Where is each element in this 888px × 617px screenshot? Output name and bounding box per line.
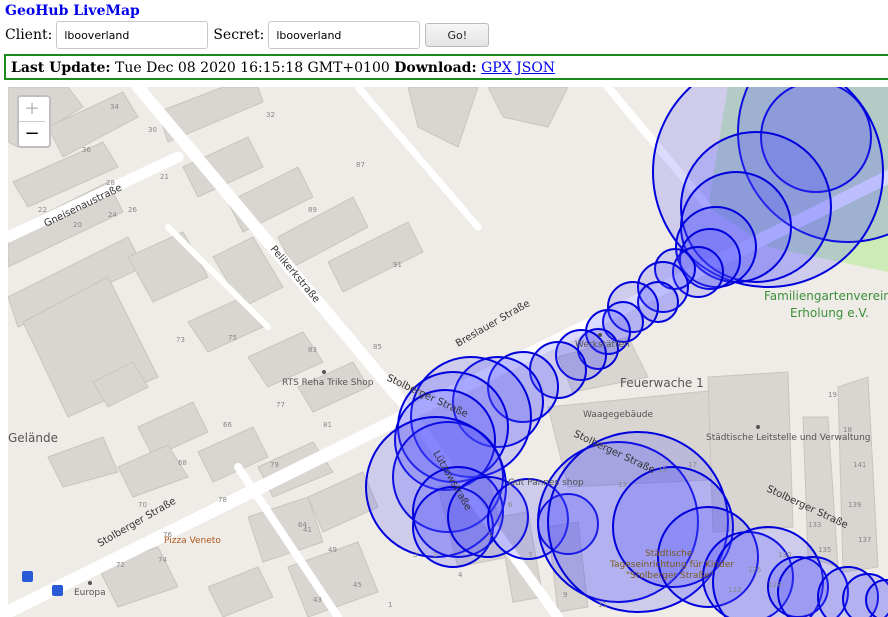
client-input[interactable] <box>56 21 209 49</box>
place-label: Waagegebäude <box>583 410 653 420</box>
street-label: Breslauer Straße <box>454 298 532 349</box>
park-label: Erholung e.V. <box>790 306 869 320</box>
house-number: 74 <box>158 556 167 564</box>
house-number: 83 <box>308 346 317 354</box>
place-label: Europa <box>74 588 106 598</box>
house-number: 18 <box>843 426 852 434</box>
house-number: 20 <box>73 221 82 229</box>
house-number: 26 <box>128 206 137 214</box>
house-number: 139 <box>848 501 861 509</box>
house-number: 3 <box>413 551 417 559</box>
place-label: Feuerwache 1 <box>620 376 704 390</box>
kita-label: Tageseinrichtung für Kinder <box>609 560 734 570</box>
house-number: 41 <box>303 526 312 534</box>
house-number: 11 <box>598 601 607 609</box>
status-bar: Last Update: Tue Dec 08 2020 16:15:18 GM… <box>4 54 888 80</box>
house-number: 66 <box>223 421 232 429</box>
house-number: 91 <box>393 261 402 269</box>
house-number: 125 <box>748 566 761 574</box>
park-label: Familiengartenverein <box>764 289 888 303</box>
house-number: 135 <box>818 546 831 554</box>
house-number: 49 <box>328 546 337 554</box>
house-number: 89 <box>308 206 317 214</box>
area-label: Gelände <box>8 431 58 445</box>
house-number: 30 <box>148 126 157 134</box>
place-label: Städtische Leitstelle und Verwaltung <box>706 433 871 443</box>
house-number: 34 <box>110 103 119 111</box>
house-number: 85 <box>373 343 382 351</box>
house-number: 24 <box>108 211 117 219</box>
house-number: 2 <box>433 551 437 559</box>
house-number: 21 <box>160 173 169 181</box>
house-number: 72 <box>116 561 125 569</box>
map-canvas[interactable]: Gneisenaustraße Pelikerkstraße Breslauer… <box>8 87 888 617</box>
house-number: 22 <box>38 206 47 214</box>
zoom-out-button[interactable]: − <box>19 122 45 146</box>
house-number: 87 <box>356 161 365 169</box>
zoom-control: + − <box>17 95 51 148</box>
house-number: 76 <box>163 531 172 539</box>
house-number: 75 <box>228 334 237 342</box>
kita-label: Städtische <box>645 549 693 559</box>
house-number: 79 <box>270 461 279 469</box>
house-number: 73 <box>176 336 185 344</box>
last-update-value: Tue Dec 08 2020 16:15:18 GMT+0100 <box>115 60 390 76</box>
house-number: 68 <box>178 459 187 467</box>
last-update-label: Last Update: <box>11 60 111 76</box>
json-link[interactable]: JSON <box>516 60 555 76</box>
house-number: 1 <box>388 601 392 609</box>
house-number: 28 <box>106 179 115 187</box>
house-number: 17 <box>688 461 697 469</box>
house-number: 9 <box>563 591 567 599</box>
place-label: Werkstätten <box>575 340 630 350</box>
bus-stop-icon <box>52 585 63 596</box>
bus-stop-icon <box>22 571 33 582</box>
house-number: 43 <box>313 596 322 604</box>
house-number: 13 <box>618 481 627 489</box>
zoom-in-button[interactable]: + <box>19 97 45 122</box>
place-label: Pizza Veneto <box>164 536 221 546</box>
house-number: 81 <box>323 421 332 429</box>
house-number: 15 <box>658 466 667 474</box>
house-number: 32 <box>266 111 275 119</box>
house-number: 6 <box>508 501 513 509</box>
house-number: 4 <box>458 571 463 579</box>
house-number: 5 <box>488 531 492 539</box>
house-number: 128 <box>768 581 781 589</box>
house-number: 137 <box>858 536 871 544</box>
login-form: Client: Secret: Go! <box>5 20 490 50</box>
house-number: 130 <box>778 551 791 559</box>
place-label: RTS Reha Trike Shop <box>282 378 374 388</box>
secret-input[interactable] <box>268 21 421 49</box>
house-number: 77 <box>276 401 285 409</box>
secret-label: Secret: <box>213 27 265 43</box>
map[interactable]: Gneisenaustraße Pelikerkstraße Breslauer… <box>8 87 888 617</box>
download-label: Download: <box>394 60 477 76</box>
kita-label: "Stolberger Straße" <box>626 571 714 581</box>
house-number: 19 <box>828 391 837 399</box>
client-label: Client: <box>5 27 53 43</box>
app-title[interactable]: GeoHub LiveMap <box>5 3 140 19</box>
house-number: 141 <box>853 461 866 469</box>
house-number: 78 <box>218 496 227 504</box>
house-number: 45 <box>353 581 362 589</box>
gpx-link[interactable]: GPX <box>481 60 512 76</box>
house-number: 7 <box>528 551 532 559</box>
place-label: Gut Pannes shop <box>508 478 584 488</box>
house-number: 36 <box>82 146 91 154</box>
house-number: 70 <box>138 501 147 509</box>
house-number: 133 <box>808 521 821 529</box>
go-button[interactable]: Go! <box>425 23 490 47</box>
house-number: 123 <box>728 586 741 594</box>
